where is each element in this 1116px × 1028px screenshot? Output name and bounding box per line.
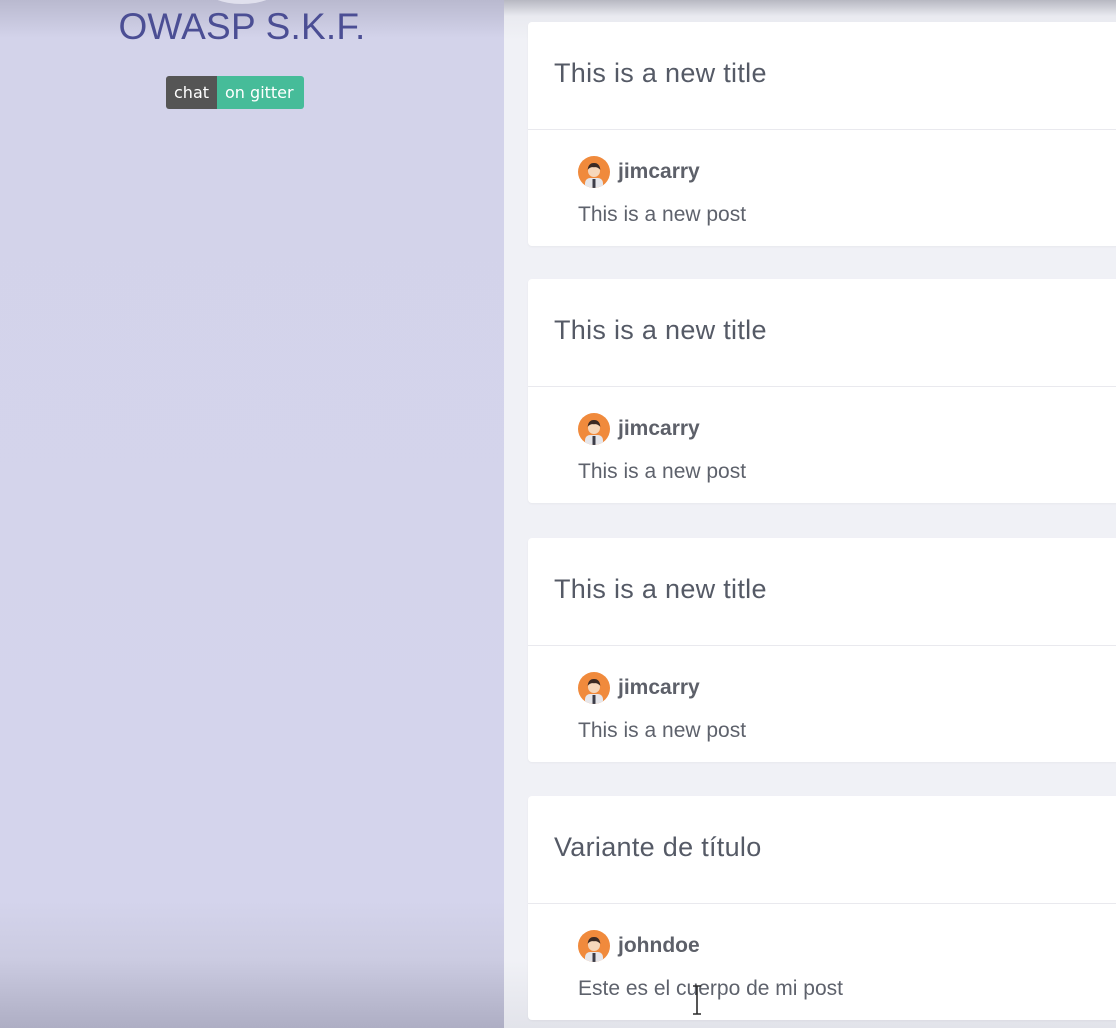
- post-author: jimcarry: [578, 671, 1116, 705]
- author-name[interactable]: jimcarry: [618, 160, 700, 184]
- post-content: jimcarry This is a new post: [528, 387, 1116, 503]
- post-content: johndoe Este es el cuerpo de mi post: [528, 904, 1116, 1020]
- post-content: jimcarry This is a new post: [528, 130, 1116, 246]
- post-body: This is a new post: [578, 460, 747, 483]
- author-name[interactable]: jimcarry: [618, 676, 700, 700]
- logo-image: [204, 0, 280, 4]
- post-card[interactable]: This is a new title jimcarry This is a n…: [528, 538, 1116, 762]
- author-name[interactable]: johndoe: [618, 934, 700, 958]
- author-name[interactable]: jimcarry: [618, 417, 700, 441]
- post-header: This is a new title: [528, 538, 1116, 646]
- post-header: Variante de título: [528, 796, 1116, 904]
- app-window: OWASP S.K.F. chat on gitter This is a ne…: [0, 0, 1116, 1028]
- post-author: jimcarry: [578, 412, 1116, 446]
- post-title[interactable]: Variante de título: [554, 832, 1116, 863]
- post-content: jimcarry This is a new post: [528, 646, 1116, 762]
- post-body: Este es el cuerpo de mi post: [578, 977, 843, 1000]
- text-cursor-icon: [693, 985, 701, 1015]
- sidebar: OWASP S.K.F. chat on gitter: [0, 0, 504, 1028]
- user-avatar-icon: [578, 930, 610, 962]
- gitter-chat-badge[interactable]: chat on gitter: [166, 76, 304, 109]
- user-avatar-icon: [578, 413, 610, 445]
- user-avatar-icon: [578, 672, 610, 704]
- badge-message: on gitter: [217, 76, 304, 109]
- post-feed: This is a new title jimcarry This is a n…: [504, 0, 1116, 1028]
- post-title[interactable]: This is a new title: [554, 574, 1116, 605]
- post-card[interactable]: This is a new title jimcarry This is a n…: [528, 22, 1116, 246]
- post-header: This is a new title: [528, 22, 1116, 130]
- post-body: This is a new post: [578, 719, 747, 742]
- badge-label: chat: [166, 76, 218, 109]
- post-card[interactable]: Variante de título johndoe Este es el cu…: [528, 796, 1116, 1020]
- post-title[interactable]: This is a new title: [554, 58, 1116, 89]
- post-title[interactable]: This is a new title: [554, 315, 1116, 346]
- post-card[interactable]: This is a new title jimcarry This is a n…: [528, 279, 1116, 503]
- post-body: This is a new post: [578, 203, 747, 226]
- post-author: johndoe: [578, 929, 1116, 963]
- user-avatar-icon: [578, 156, 610, 188]
- post-author: jimcarry: [578, 155, 1116, 189]
- brand-title: OWASP S.K.F.: [118, 6, 366, 47]
- post-header: This is a new title: [528, 279, 1116, 387]
